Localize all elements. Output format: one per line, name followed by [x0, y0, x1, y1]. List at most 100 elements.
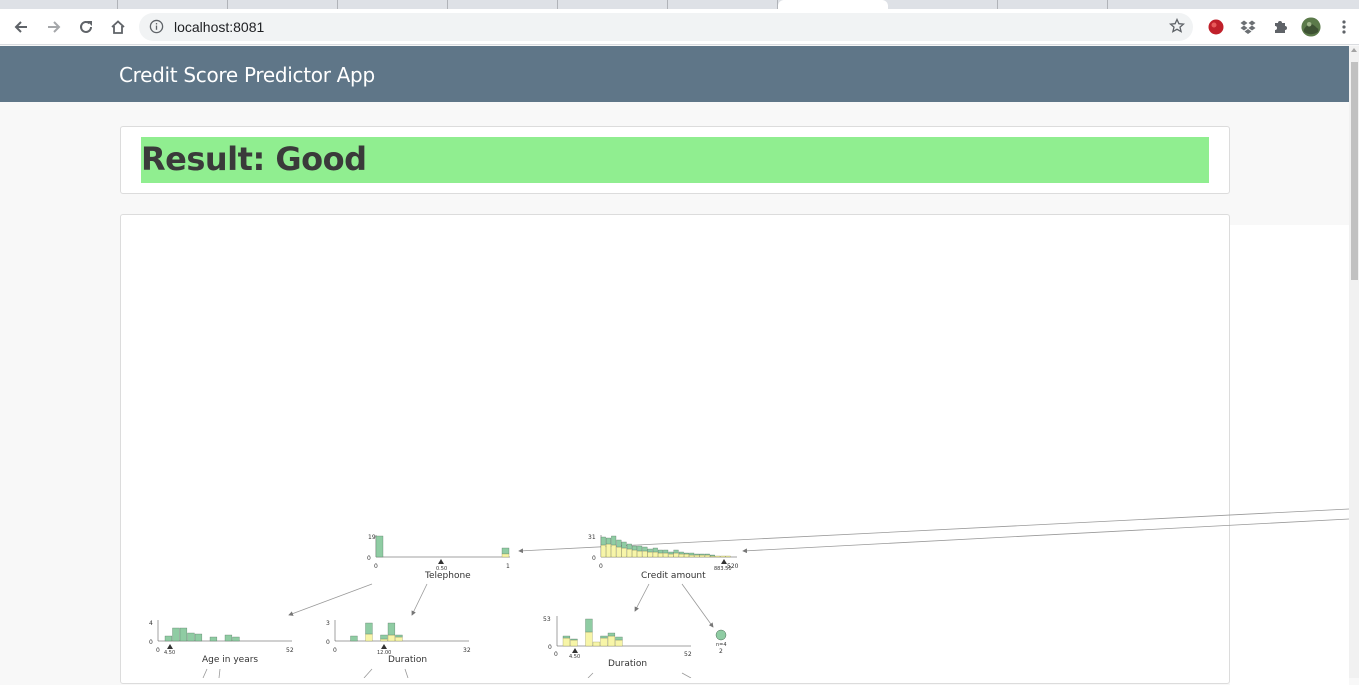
histogram-bar [652, 547, 658, 553]
histogram-bar [678, 553, 684, 558]
axis-y-min: 0 [367, 555, 371, 562]
page-scrollbar[interactable] [1349, 46, 1359, 678]
axis-x-max: 52 [684, 651, 692, 658]
split-value: 883.50 [714, 566, 732, 572]
histogram-bar [621, 547, 627, 558]
axis-x-max: 32 [463, 647, 471, 654]
histogram-bar [187, 632, 195, 642]
histogram-bar [179, 627, 188, 642]
tree-edge [404, 668, 409, 678]
histogram-bar [689, 554, 695, 558]
histogram-bar [600, 536, 606, 546]
node-label: Telephone [424, 571, 471, 581]
histogram-bar [164, 635, 173, 642]
node-label: Duration [608, 659, 647, 669]
histogram-bar [632, 545, 637, 551]
histogram-bars [350, 622, 403, 642]
axis-x-max: 52 [286, 647, 294, 654]
histogram-bar [395, 636, 403, 642]
histogram-bar [194, 633, 203, 642]
tree-edge [202, 668, 208, 678]
histogram-bar [720, 555, 726, 558]
histogram-bars [562, 618, 623, 647]
split-marker [572, 648, 578, 653]
histogram-bar [647, 551, 653, 558]
histogram-bar [592, 641, 601, 647]
axis-y-max: 4 [149, 620, 153, 627]
node-label: Age in years [202, 655, 258, 665]
tree-edge [518, 508, 1349, 554]
axis-x-min: 0 [374, 563, 378, 570]
axis-y-max: 31 [588, 534, 596, 541]
histogram-bar [607, 635, 616, 647]
histogram-bar [570, 638, 578, 641]
axis-y-min: 0 [592, 555, 596, 562]
histogram-bar [380, 634, 388, 640]
tree-edge [218, 668, 221, 678]
histogram-bar [658, 552, 663, 558]
tree-edge [587, 672, 594, 678]
histogram-bar [626, 548, 632, 558]
histogram-bar [387, 622, 396, 636]
tree-edge [363, 668, 373, 678]
scroll-up-arrow-icon[interactable] [1351, 48, 1357, 52]
histogram-bar [642, 546, 648, 552]
axis-y-min: 0 [149, 639, 153, 646]
tree-node-telephone: 19 0 0 1 0.50 Telephone [367, 534, 510, 581]
leaf-value: 2 [719, 648, 723, 655]
histogram-bar [647, 548, 653, 553]
histogram-bar [710, 554, 715, 557]
histogram-bar [365, 622, 373, 635]
split-marker [381, 644, 387, 649]
tree-edge [681, 583, 714, 628]
histogram-bar [684, 552, 689, 555]
axis-y-max: 19 [368, 534, 376, 541]
histogram-bar [562, 635, 571, 639]
tree-edge [288, 583, 373, 616]
histogram-bar [668, 551, 674, 555]
tree-node-duration-right: 53 0 0 52 4.50 Duration [543, 616, 692, 669]
histogram-bar [678, 551, 684, 555]
axis-x-max: 1 [506, 563, 510, 570]
histogram-bar [616, 546, 622, 558]
histogram-bar [501, 547, 510, 555]
split-marker [438, 559, 444, 564]
axis-y-max: 3 [326, 620, 330, 627]
histogram-bar [658, 549, 663, 554]
histogram-bar [365, 633, 373, 642]
axis-x-min: 0 [333, 647, 337, 654]
leaf-circle [715, 629, 727, 641]
histogram-bar [570, 639, 578, 647]
histogram-bar [652, 551, 658, 558]
histogram-bar [600, 635, 608, 639]
node-label: Duration [388, 655, 427, 665]
histogram-bar [501, 553, 510, 558]
histogram-bar [350, 635, 358, 642]
histogram-bar [172, 627, 180, 642]
split-marker [167, 644, 173, 649]
histogram-bar [209, 636, 218, 642]
histogram-bar [673, 549, 679, 554]
histogram-bar [626, 543, 632, 550]
histogram-bar [616, 539, 622, 548]
histogram-bars [600, 535, 731, 558]
scroll-thumb[interactable] [1351, 62, 1358, 280]
histogram-bar [600, 544, 606, 558]
histogram-bar [611, 544, 617, 558]
histogram-bar [725, 555, 731, 558]
histogram-bar [694, 554, 700, 558]
node-label: Credit amount [641, 571, 706, 581]
histogram-bar [704, 553, 710, 556]
histogram-bar [715, 555, 721, 558]
histogram-bar [600, 637, 608, 647]
histogram-bar [232, 636, 240, 642]
decision-tree-visualization: 19 0 0 1 0.50 Telephone 31 0 0 520 883.5… [149, 508, 1349, 678]
histogram-bar [663, 552, 669, 558]
split-value: 4.50 [569, 654, 580, 660]
histogram-bar [224, 634, 233, 642]
tree-edge [634, 583, 650, 612]
axis-x-min: 0 [554, 651, 558, 658]
histogram-bar [380, 638, 388, 642]
histogram-bar [668, 553, 674, 558]
histogram-bar [637, 545, 643, 552]
